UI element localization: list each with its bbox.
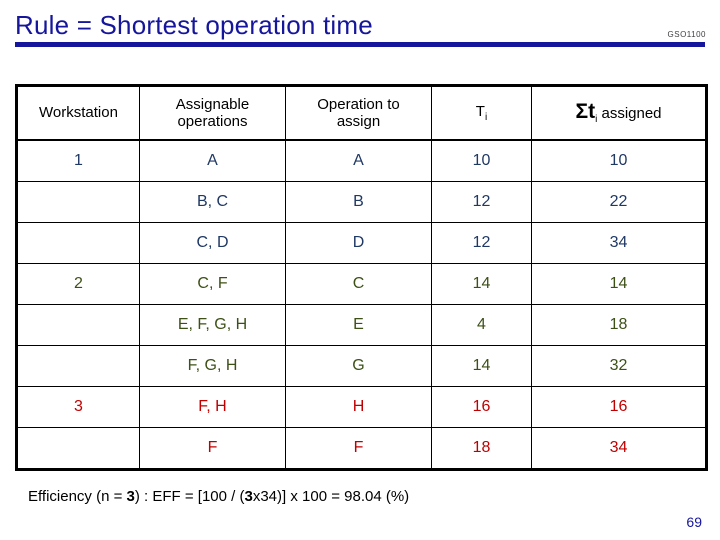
table-row: F, G, H G 14 32 (16, 345, 707, 387)
cell-workstation: 3 (16, 386, 140, 428)
cell-ti: 14 (431, 263, 532, 305)
efficiency-formula: Efficiency (n = 3) : EFF = [100 / (3x34)… (28, 488, 409, 505)
cell-workstation: 1 (16, 139, 140, 182)
cell-operation-to-assign: A (285, 139, 432, 182)
cell-workstation (16, 304, 140, 346)
column-header-operation-line2: assign (336, 113, 381, 130)
cell-operation-to-assign: H (285, 386, 432, 428)
cell-ti: 18 (431, 427, 532, 470)
cell-assignable-operations: A (139, 139, 286, 182)
title-underline-rule (15, 42, 705, 47)
cell-operation-to-assign: G (285, 345, 432, 387)
table-header: Workstation Assignable operations Operat… (16, 85, 707, 141)
efficiency-prefix: Efficiency (n = (28, 488, 127, 505)
column-header-operation-line1: Operation to (317, 95, 400, 113)
cell-assignable-operations: F, G, H (139, 345, 286, 387)
cell-operation-to-assign: F (285, 427, 432, 470)
cell-sum-ti-assigned: 10 (531, 139, 707, 182)
table-row: C, D D 12 34 (16, 222, 707, 264)
cell-assignable-operations: F, H (139, 386, 286, 428)
cell-sum-ti-assigned: 16 (531, 386, 707, 428)
column-header-ti: Ti (431, 85, 532, 141)
efficiency-n-value-2: 3 (244, 488, 253, 505)
column-header-assignable-line1: Assignable (175, 95, 250, 113)
cell-ti: 12 (431, 222, 532, 264)
cell-assignable-operations: C, D (139, 222, 286, 264)
cell-operation-to-assign: C (285, 263, 432, 305)
cell-operation-to-assign: B (285, 181, 432, 223)
assignment-table: Workstation Assignable operations Operat… (15, 84, 708, 471)
column-header-sum-suffix: assigned (597, 104, 662, 122)
cell-operation-to-assign: D (285, 222, 432, 264)
column-header-ti-subscript: i (484, 111, 488, 123)
cell-assignable-operations: C, F (139, 263, 286, 305)
table-row: F F 18 34 (16, 427, 707, 470)
table-header-row: Workstation Assignable operations Operat… (16, 85, 707, 141)
column-header-operation-to-assign: Operation to assign (285, 85, 432, 141)
cell-ti: 10 (431, 139, 532, 182)
table-row: 1 A A 10 10 (16, 139, 707, 182)
column-header-assignable-line2: operations (177, 113, 248, 130)
cell-sum-ti-assigned: 32 (531, 345, 707, 387)
cell-sum-ti-assigned: 34 (531, 427, 707, 470)
column-header-ti-base: T (475, 102, 485, 120)
cell-ti: 4 (431, 304, 532, 346)
cell-ti: 14 (431, 345, 532, 387)
cell-sum-ti-assigned: 14 (531, 263, 707, 305)
page-number: 69 (686, 514, 702, 530)
table-body: 1 A A 10 10 B, C B 12 22 C, D D 12 34 2 C, F C 14 14 E, F,… (16, 139, 707, 470)
cell-workstation (16, 427, 140, 470)
efficiency-middle: ) : EFF = [100 / ( (134, 488, 245, 505)
cell-sum-ti-assigned: 22 (531, 181, 707, 223)
cell-assignable-operations: F (139, 427, 286, 470)
column-header-sum-ti-assigned: Σti assigned (531, 85, 707, 141)
efficiency-n-value: 3 (126, 488, 135, 505)
page-title: Rule = Shortest operation time (15, 10, 373, 40)
cell-workstation (16, 181, 140, 223)
cell-sum-ti-assigned: 18 (531, 304, 707, 346)
course-code-label: GSO1100 (667, 30, 706, 39)
table-row: 3 F, H H 16 16 (16, 386, 707, 428)
table-row: E, F, G, H E 4 18 (16, 304, 707, 346)
sigma-icon: Σt (575, 99, 596, 123)
cell-workstation (16, 345, 140, 387)
column-header-workstation-text: Workstation (39, 104, 118, 122)
cell-assignable-operations: B, C (139, 181, 286, 223)
cell-operation-to-assign: E (285, 304, 432, 346)
cell-ti: 16 (431, 386, 532, 428)
column-header-assignable-operations: Assignable operations (139, 85, 286, 141)
efficiency-suffix: x34)] x 100 = 98.04 (%) (252, 488, 410, 505)
cell-assignable-operations: E, F, G, H (139, 304, 286, 346)
table-row: B, C B 12 22 (16, 181, 707, 223)
column-header-workstation: Workstation (16, 85, 140, 141)
cell-ti: 12 (431, 181, 532, 223)
cell-workstation (16, 222, 140, 264)
cell-workstation: 2 (16, 263, 140, 305)
cell-sum-ti-assigned: 34 (531, 222, 707, 264)
table-row: 2 C, F C 14 14 (16, 263, 707, 305)
